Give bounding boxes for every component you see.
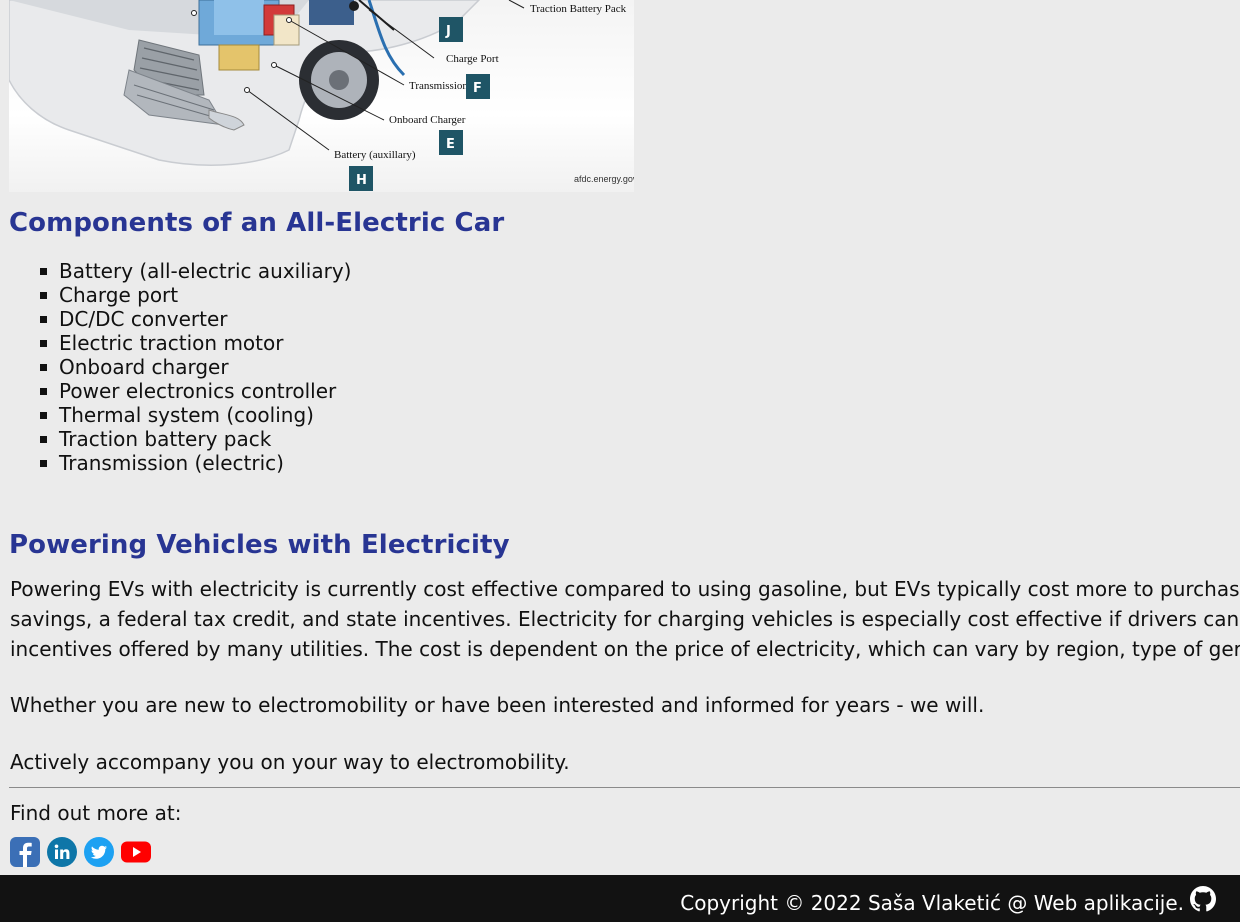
list-item: Thermal system (cooling) xyxy=(40,403,351,427)
list-item: Traction battery pack xyxy=(40,427,351,451)
list-item: Onboard charger xyxy=(40,355,351,379)
tag-f-letter: F xyxy=(473,81,482,96)
label-onboard-charger: Onboard Charger xyxy=(389,114,466,126)
list-item: Transmission (electric) xyxy=(40,451,351,475)
facebook-icon[interactable] xyxy=(10,837,40,867)
whether-paragraph: Whether you are new to electromobility o… xyxy=(10,693,985,717)
list-item: Power electronics controller xyxy=(40,379,351,403)
components-heading: Components of an All-Electric Car xyxy=(9,208,505,238)
footer: Copyright © 2022 Saša Vlaketić @ Web apl… xyxy=(0,875,1240,922)
find-out-more-label: Find out more at: xyxy=(10,801,182,825)
tag-h-letter: H xyxy=(356,173,367,188)
ev-diagram-svg: Traction Battery Pack Charge Port Transm… xyxy=(9,0,634,191)
label-transmission: Transmission xyxy=(409,80,468,92)
paragraph-line: incentives offered by many utilities. Th… xyxy=(10,637,1240,661)
powering-heading: Powering Vehicles with Electricity xyxy=(9,530,510,560)
list-item: Charge port xyxy=(40,283,351,307)
list-item: Battery (all-electric auxiliary) xyxy=(40,259,351,283)
list-item: DC/DC converter xyxy=(40,307,351,331)
label-traction-battery-pack: Traction Battery Pack xyxy=(530,3,627,15)
youtube-icon[interactable] xyxy=(121,837,151,867)
label-charge-port: Charge Port xyxy=(446,53,499,65)
ev-components-diagram: Traction Battery Pack Charge Port Transm… xyxy=(9,0,634,192)
list-item: Electric traction motor xyxy=(40,331,351,355)
copyright-text: Copyright © 2022 Saša Vlaketić @ Web apl… xyxy=(680,891,1184,915)
tag-e-letter: E xyxy=(446,137,455,152)
divider xyxy=(9,787,1240,788)
linkedin-icon[interactable] xyxy=(47,837,77,867)
paragraph-line: savings, a federal tax credit, and state… xyxy=(10,607,1240,631)
image-credit: afdc.energy.gov xyxy=(574,174,634,184)
actively-paragraph: Actively accompany you on your way to el… xyxy=(10,750,570,774)
twitter-icon[interactable] xyxy=(84,837,114,867)
tag-j xyxy=(439,17,463,42)
tag-j-letter: J xyxy=(445,24,451,39)
label-battery-aux: Battery (auxillary) xyxy=(334,149,416,161)
components-list: Battery (all-electric auxiliary) Charge … xyxy=(40,259,351,475)
paragraph-line: Powering EVs with electricity is current… xyxy=(10,577,1240,601)
github-icon[interactable] xyxy=(1190,886,1216,912)
powering-paragraph: Powering EVs with electricity is current… xyxy=(10,574,1240,664)
